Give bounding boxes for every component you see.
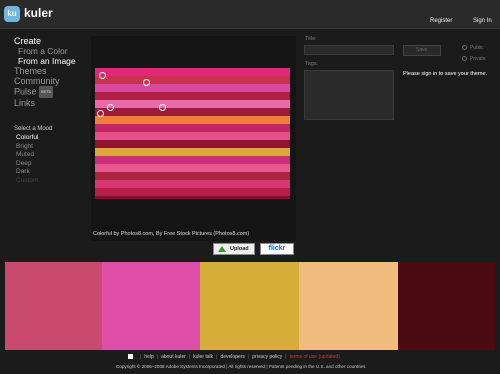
public-radio[interactable]: [462, 45, 467, 50]
nav-from-color[interactable]: From a Color: [14, 46, 84, 56]
public-label: Public: [470, 45, 484, 51]
footer-privacy[interactable]: privacy policy: [252, 354, 282, 360]
mood-muted[interactable]: Muted: [16, 151, 38, 160]
nav-pulse-label: Pulse: [14, 86, 37, 97]
flickr-logo-part1: flick: [268, 245, 283, 252]
private-radio[interactable]: [462, 56, 467, 61]
flickr-logo-part2: r: [282, 245, 286, 252]
mood-colorful[interactable]: Colorful: [16, 134, 38, 143]
kuler-logo-icon[interactable]: ku: [4, 6, 20, 22]
source-photo: [95, 68, 290, 199]
nav-pulse[interactable]: Pulse BETA: [14, 86, 84, 98]
swatch-1[interactable]: [5, 262, 102, 350]
private-label: Private: [470, 56, 486, 62]
title-input[interactable]: [304, 45, 394, 55]
nav-links[interactable]: Links: [14, 98, 84, 108]
register-link[interactable]: Register: [430, 18, 452, 24]
save-button[interactable]: Save: [403, 45, 441, 56]
creative-commons-icon: [128, 354, 133, 360]
upload-button[interactable]: Upload: [213, 243, 255, 255]
signin-message: Please sign in to save your theme.: [403, 71, 488, 77]
flickr-button[interactable]: flickr: [260, 243, 294, 255]
kuler-logo-text[interactable]: kuler: [24, 6, 53, 20]
top-bar: ku kuler Register Sign In: [0, 0, 500, 29]
beta-badge: BETA: [39, 86, 54, 98]
photo-caption: Colorful by Photos8.com, By Free Stock P…: [93, 231, 250, 237]
color-picker-2[interactable]: [143, 79, 150, 86]
swatch-5[interactable]: [398, 262, 495, 350]
footer-developers[interactable]: developers: [220, 354, 244, 360]
color-picker-4[interactable]: [159, 104, 166, 111]
footer-kuler-talk[interactable]: kuler talk: [193, 354, 213, 360]
tags-label: Tags:: [305, 61, 319, 67]
nav-themes[interactable]: Themes: [14, 66, 84, 76]
footer-copyright: Copyright © 2006–2008 Adobe Systems Inco…: [116, 364, 366, 369]
swatch-3[interactable]: [200, 262, 299, 350]
mood-custom[interactable]: Custom: [16, 177, 38, 186]
mood-list: Colorful Bright Muted Deep Dark Custom: [16, 134, 38, 185]
footer-help[interactable]: help: [144, 354, 153, 360]
mood-deep[interactable]: Deep: [16, 160, 38, 169]
upload-label: Upload: [230, 246, 249, 252]
color-picker-5[interactable]: [97, 110, 104, 117]
tags-input[interactable]: [304, 70, 394, 120]
swatch-4[interactable]: [299, 262, 398, 350]
mood-heading: Select a Mood: [14, 126, 53, 132]
nav-from-image[interactable]: From an Image: [14, 56, 84, 66]
nav-create[interactable]: Create: [14, 36, 84, 46]
color-picker-3[interactable]: [107, 104, 114, 111]
footer-terms[interactable]: terms of use (updated): [290, 354, 340, 360]
title-label: Title:: [305, 36, 317, 42]
upload-arrow-icon: [218, 246, 226, 252]
mood-dark[interactable]: Dark: [16, 168, 38, 177]
color-picker-1[interactable]: [99, 72, 106, 79]
footer-links: | help | about kuler | kuler talk | developers |…: [128, 354, 340, 360]
left-nav: Create From a Color From an Image Themes…: [14, 36, 84, 108]
swatch-2[interactable]: [102, 262, 200, 350]
footer-about[interactable]: about kuler: [161, 354, 186, 360]
nav-community[interactable]: Community: [14, 76, 84, 86]
mood-bright[interactable]: Bright: [16, 143, 38, 152]
sign-in-link[interactable]: Sign In: [473, 18, 492, 24]
